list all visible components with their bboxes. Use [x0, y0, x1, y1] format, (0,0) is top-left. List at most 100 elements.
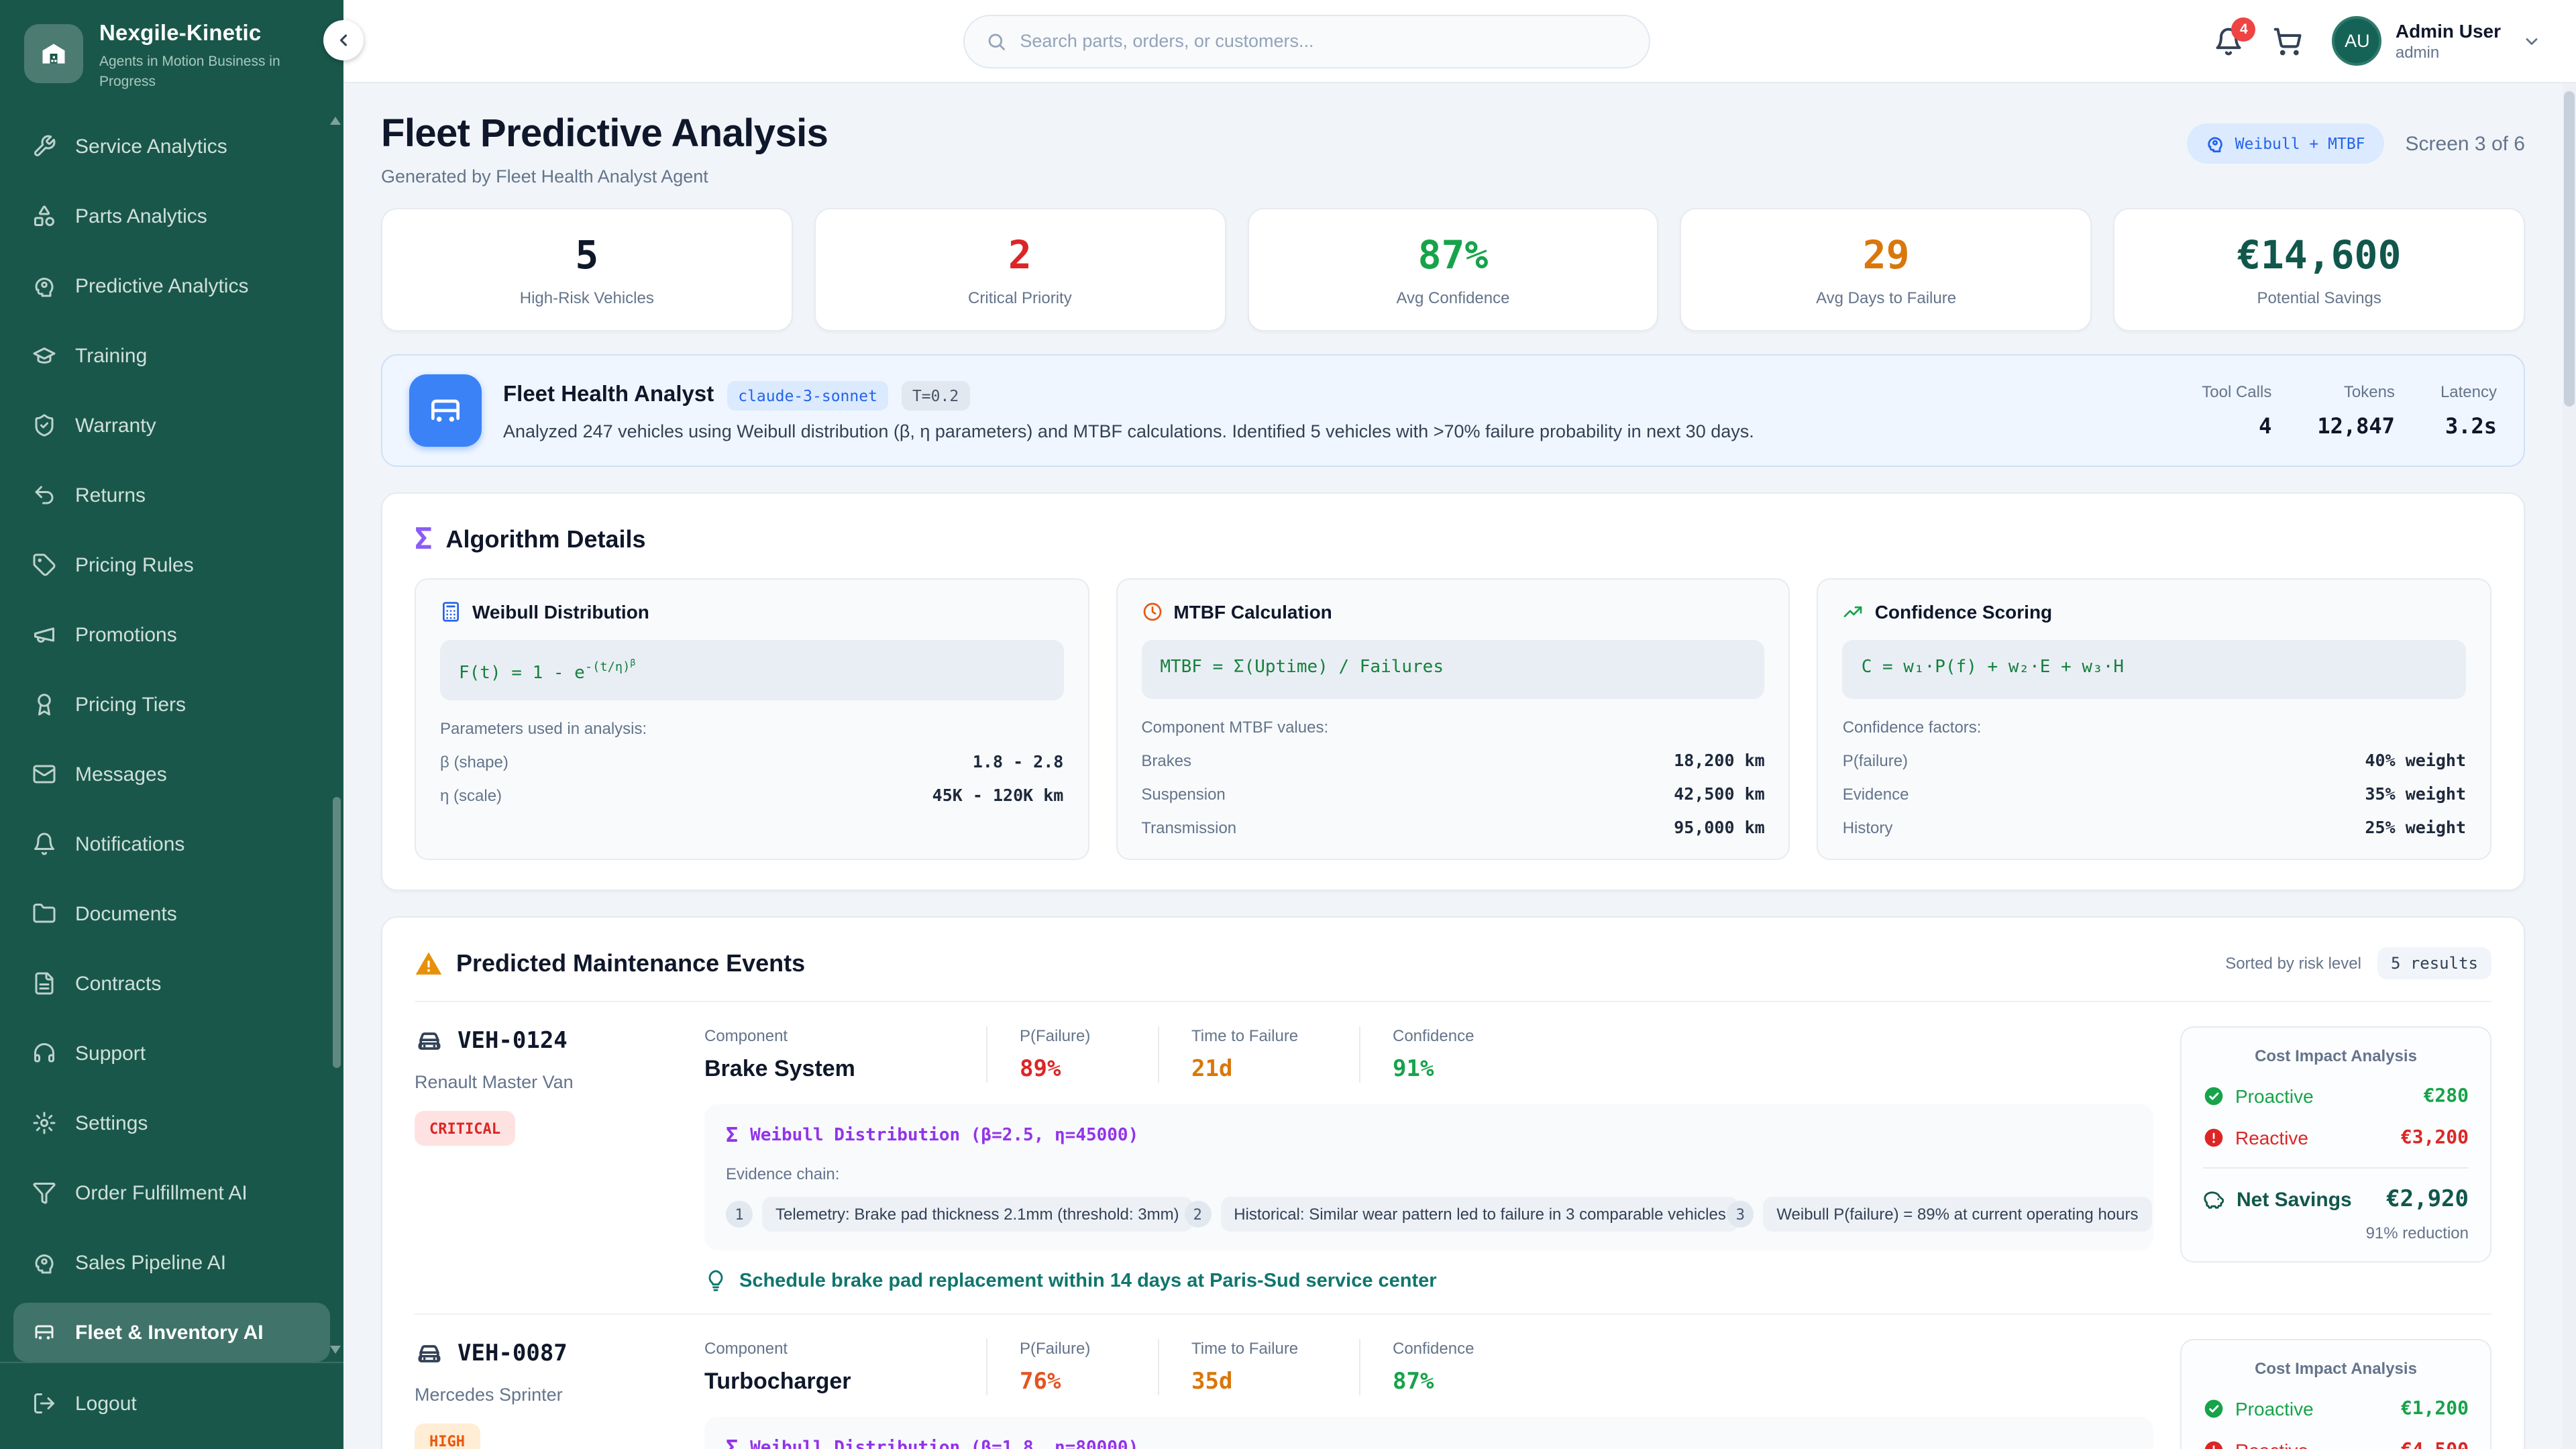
sidebar-item-order-fulfillment-ai[interactable]: Order Fulfillment AI	[13, 1164, 330, 1223]
scroll-down-arrow-icon[interactable]	[330, 1346, 341, 1354]
user-name: Admin User	[2396, 20, 2501, 42]
param-row: Transmission 95,000 km	[1141, 817, 1764, 837]
app-window: Nexgile-Kinetic Agents in Motion Busines…	[0, 0, 2576, 1449]
param-row: Brakes 18,200 km	[1141, 750, 1764, 770]
param-row: β (shape) 1.8 - 2.8	[440, 752, 1063, 772]
notifications-button[interactable]: 4	[2214, 26, 2244, 56]
stat-high-risk-vehicles: 5 High-Risk Vehicles	[381, 208, 793, 331]
confidence-scoring-card: Confidence Scoring C = w₁·P(f) + w₂·E + …	[1817, 578, 2491, 860]
sidebar-item-parts-analytics[interactable]: Parts Analytics	[13, 187, 330, 246]
events-section-title: Predicted Maintenance Events	[456, 949, 805, 977]
file-text-icon	[32, 972, 56, 996]
sidebar-item-promotions[interactable]: Promotions	[13, 606, 330, 665]
param-row: Suspension 42,500 km	[1141, 784, 1764, 804]
trending-up-icon	[1843, 601, 1864, 623]
sidebar-collapse-button[interactable]	[323, 20, 364, 60]
cost-impact-panel: Cost Impact Analysis Proactive €1,200 Re…	[2180, 1339, 2491, 1449]
vehicle-model: Renault Master Van	[415, 1072, 678, 1092]
evidence-chain-label: Evidence chain:	[726, 1165, 2132, 1183]
results-count-chip: 5 results	[2377, 947, 2491, 979]
sidebar-item-warranty[interactable]: Warranty	[13, 396, 330, 455]
param-row: Evidence 35% weight	[1843, 784, 2466, 804]
sidebar-item-documents[interactable]: Documents	[13, 885, 330, 944]
sidebar-item-pricing-rules[interactable]: Pricing Rules	[13, 536, 330, 595]
weibull-distribution-card: Weibull Distribution F(t) = 1 - e-(t/η)β…	[415, 578, 1089, 860]
logout-icon	[32, 1391, 56, 1415]
sidebar-footer: Logout	[0, 1362, 343, 1449]
vehicle-row-veh-0087: VEH-0087 Mercedes Sprinter HIGH Componen…	[415, 1313, 2491, 1449]
stat-avg-confidence: 87% Avg Confidence	[1247, 208, 1659, 331]
wrench-icon	[32, 135, 56, 159]
calculator-icon	[440, 601, 462, 623]
proactive-row: Proactive €1,200	[2203, 1398, 2469, 1419]
confidence-col: Confidence 87%	[1359, 1339, 1506, 1395]
head-gear-icon	[2206, 134, 2224, 153]
tag-icon	[32, 553, 56, 578]
cost-impact-panel: Cost Impact Analysis Proactive €280 Reac…	[2180, 1026, 2491, 1263]
sidebar-item-sales-pipeline-ai[interactable]: Sales Pipeline AI	[13, 1234, 330, 1293]
evidence-item: 1 Telemetry: Brake pad thickness 2.1mm (…	[726, 1197, 1171, 1232]
reactive-row: Reactive €3,200	[2203, 1127, 2469, 1148]
shapes-icon	[32, 205, 56, 229]
page-subtitle: Generated by Fleet Health Analyst Agent	[381, 166, 828, 186]
sidebar-item-messages[interactable]: Messages	[13, 745, 330, 804]
risk-badge: HIGH	[415, 1424, 480, 1449]
sidebar-scrollbar[interactable]	[333, 120, 341, 1351]
search-input[interactable]	[1020, 31, 1627, 51]
stat-potential-savings: €14,600 Potential Savings	[2113, 208, 2525, 331]
agent-name: Fleet Health Analyst	[503, 382, 714, 408]
funnel-icon	[32, 1181, 56, 1205]
cart-icon	[2273, 26, 2303, 56]
mtbf-formula: MTBF = Σ(Uptime) / Failures	[1141, 640, 1764, 699]
proactive-row: Proactive €280	[2203, 1085, 2469, 1107]
method-text: Weibull Distribution (β=1.8, η=80000)	[750, 1438, 1138, 1449]
method-text: Weibull Distribution (β=2.5, η=45000)	[750, 1125, 1138, 1145]
sidebar-item-training[interactable]: Training	[13, 327, 330, 386]
param-row: History 25% weight	[1843, 817, 2466, 837]
evidence-item: 2 Historical: Similar wear pattern led t…	[1184, 1197, 1713, 1232]
sidebar-item-support[interactable]: Support	[13, 1024, 330, 1083]
brand-tagline: Agents in Motion Business in Progress	[99, 52, 301, 93]
confidence-formula: C = w₁·P(f) + w₂·E + w₃·H	[1843, 640, 2466, 699]
pfailure-col: P(Failure) 89%	[986, 1026, 1158, 1083]
sidebar-item-returns[interactable]: Returns	[13, 466, 330, 525]
head-gear-icon	[32, 274, 56, 299]
agent-banner: Fleet Health Analyst claude-3-sonnet T=0…	[381, 354, 2525, 467]
brand-logo-icon	[24, 24, 83, 83]
megaphone-icon	[32, 623, 56, 647]
gear-icon	[32, 1112, 56, 1136]
sidebar: Nexgile-Kinetic Agents in Motion Busines…	[0, 0, 343, 1449]
metric-tool-calls: Tool Calls 4	[2202, 382, 2271, 439]
agent-description: Analyzed 247 vehicles using Weibull dist…	[503, 421, 1754, 441]
algorithm-section-title: Algorithm Details	[446, 526, 646, 554]
stat-critical-priority: 2 Critical Priority	[814, 208, 1226, 331]
sigma-icon: Σ	[415, 523, 433, 557]
sidebar-item-notifications[interactable]: Notifications	[13, 815, 330, 874]
sidebar-item-pricing-tiers[interactable]: Pricing Tiers	[13, 676, 330, 735]
check-circle-icon	[2203, 1085, 2224, 1107]
sidebar-item-service-analytics[interactable]: Service Analytics	[13, 117, 330, 176]
logout-button[interactable]: Logout	[13, 1374, 330, 1433]
sidebar-item-settings[interactable]: Settings	[13, 1094, 330, 1153]
warning-triangle-icon	[415, 949, 443, 977]
reactive-row: Reactive €4,500	[2203, 1440, 2469, 1449]
vehicle-id: VEH-0087	[458, 1340, 568, 1367]
param-row: η (scale) 45K - 120K km	[440, 786, 1063, 806]
sidebar-item-contracts[interactable]: Contracts	[13, 955, 330, 1014]
sidebar-item-predictive-analytics[interactable]: Predictive Analytics	[13, 257, 330, 316]
scroll-up-arrow-icon[interactable]	[330, 117, 341, 125]
sidebar-scrollbar-thumb[interactable]	[333, 797, 341, 1068]
sidebar-nav: Service Analytics Parts Analytics Predic…	[0, 109, 343, 1362]
user-menu[interactable]: AU Admin User admin	[2332, 16, 2541, 66]
page-scrollbar[interactable]	[2563, 83, 2576, 1449]
analysis-panel: Σ Weibull Distribution (β=2.5, η=45000) …	[704, 1104, 2153, 1250]
page-scrollbar-thumb[interactable]	[2564, 91, 2575, 407]
ttf-col: Time to Failure 21d	[1158, 1026, 1359, 1083]
metric-latency: Latency 3.2s	[2440, 382, 2497, 439]
graduation-cap-icon	[32, 344, 56, 368]
cart-button[interactable]	[2273, 26, 2303, 56]
head-gear-icon	[32, 1251, 56, 1275]
sidebar-item-fleet-inventory-ai[interactable]: Fleet & Inventory AI	[13, 1303, 330, 1362]
risk-badge: CRITICAL	[415, 1111, 515, 1146]
global-search[interactable]	[963, 14, 1650, 68]
